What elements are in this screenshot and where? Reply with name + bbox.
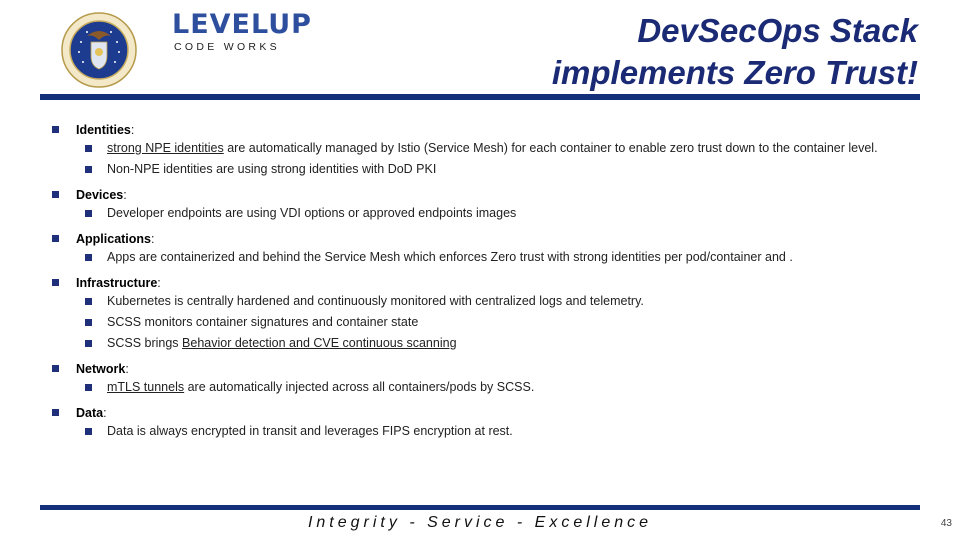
list-item: Kubernetes is centrally hardened and con… [50, 293, 950, 309]
section-heading: Applications: [50, 229, 950, 249]
section-heading: Devices: [50, 185, 950, 205]
section-identities: Identities: strong NPE identities are au… [50, 120, 950, 177]
section-heading: Infrastructure: [50, 273, 950, 293]
square-bullet-icon [52, 126, 59, 133]
section-heading: Network: [50, 359, 950, 379]
square-bullet-icon [85, 145, 92, 152]
footer-divider [40, 505, 920, 510]
slide-title: DevSecOps Stack implements Zero Trust! [552, 10, 918, 94]
list-item: Non-NPE identities are using strong iden… [50, 161, 950, 177]
square-bullet-icon [85, 319, 92, 326]
section-data: Data: Data is always encrypted in transi… [50, 403, 950, 439]
square-bullet-icon [85, 210, 92, 217]
square-bullet-icon [85, 166, 92, 173]
levelup-codeworks-logo: LEVELUP CODE WORKS [172, 10, 311, 54]
air-force-seal-logo [61, 12, 137, 88]
square-bullet-icon [52, 191, 59, 198]
page-number: 43 [940, 518, 952, 529]
underlined-text: mTLS tunnels [107, 380, 185, 394]
list-item: Apps are containerized and behind the Se… [50, 249, 950, 265]
slide-title-line-2: implements Zero Trust! [551, 54, 918, 91]
section-heading: Identities: [50, 120, 950, 140]
section-applications: Applications: Apps are containerized and… [50, 229, 950, 265]
logo-subtitle: CODE WORKS [174, 41, 280, 53]
section-network: Network: mTLS tunnels are automatically … [50, 359, 950, 395]
slide-title-line-1: DevSecOps Stack [637, 12, 918, 49]
section-devices: Devices: Developer endpoints are using V… [50, 185, 950, 221]
logo-wordmark: LEVELUP [172, 9, 312, 40]
list-item: SCSS monitors container signatures and c… [50, 314, 950, 330]
square-bullet-icon [85, 384, 92, 391]
list-item: Developer endpoints are using VDI option… [50, 205, 950, 221]
square-bullet-icon [85, 254, 92, 261]
square-bullet-icon [52, 279, 59, 286]
list-item: mTLS tunnels are automatically injected … [50, 379, 950, 395]
square-bullet-icon [52, 365, 59, 372]
list-item: Data is always encrypted in transit and … [50, 423, 950, 439]
section-infrastructure: Infrastructure: Kubernetes is centrally … [50, 273, 950, 351]
square-bullet-icon [85, 340, 92, 347]
underlined-text: strong NPE identities [107, 141, 224, 155]
section-heading: Data: [50, 403, 950, 423]
list-item: strong NPE identities are automatically … [50, 140, 950, 156]
footer-motto: Integrity - Service - Excellence [307, 514, 653, 531]
square-bullet-icon [85, 428, 92, 435]
underlined-text: Behavior detection and CVE continuous sc… [182, 336, 457, 350]
slide-body: Identities: strong NPE identities are au… [50, 120, 950, 447]
square-bullet-icon [52, 409, 59, 416]
header-divider [40, 94, 920, 100]
list-item: SCSS brings Behavior detection and CVE c… [50, 335, 950, 351]
square-bullet-icon [85, 298, 92, 305]
square-bullet-icon [52, 235, 59, 242]
